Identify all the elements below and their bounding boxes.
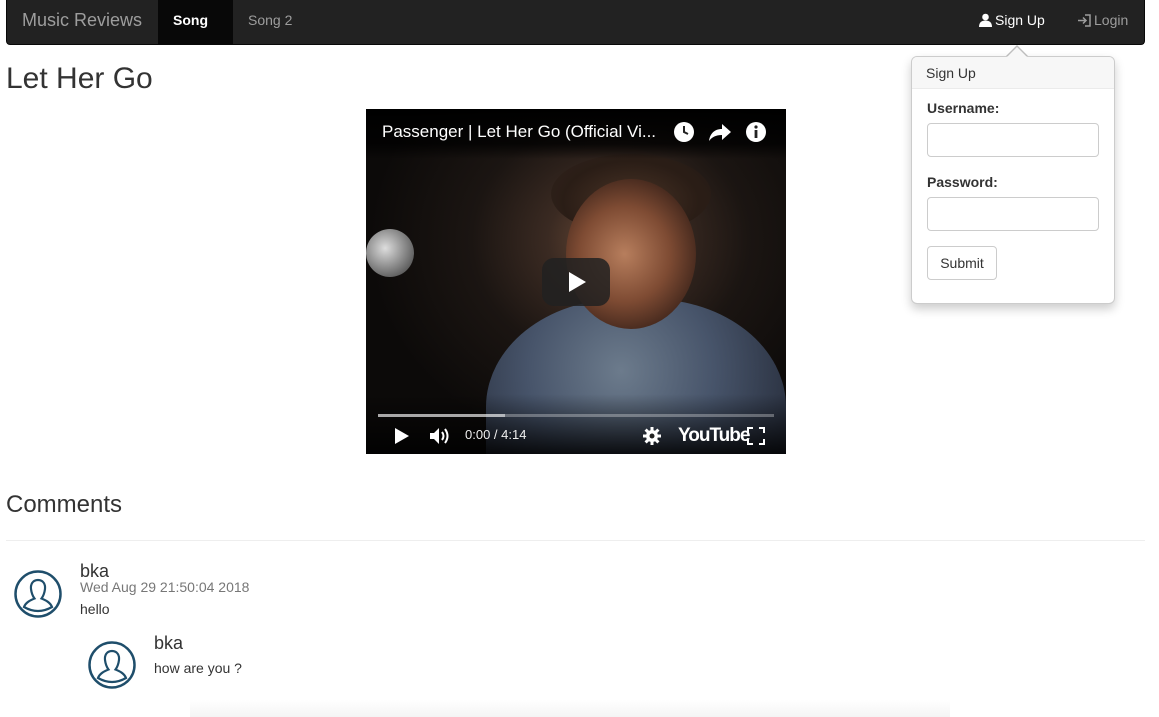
password-label: Password: <box>927 174 998 190</box>
comment-text: hello <box>80 601 110 617</box>
password-input[interactable] <box>927 197 1099 231</box>
tab-song-1[interactable]: Song 1 <box>158 0 233 69</box>
song-title: Let Her Go <box>6 62 153 95</box>
play-button[interactable] <box>542 258 610 306</box>
info-icon[interactable] <box>745 121 767 143</box>
avatar-user-icon <box>14 570 62 618</box>
signup-label: Sign Up <box>995 12 1045 28</box>
navbar: Music Reviews Song 1 Song 2 Sign Up Logi… <box>6 0 1145 69</box>
comments-divider <box>6 540 1145 541</box>
login-link[interactable]: Login <box>1077 0 1128 45</box>
username-input[interactable] <box>927 123 1099 157</box>
signup-popover: Sign Up Username: Password: Submit <box>911 56 1115 304</box>
youtube-logo[interactable]: YouTube <box>678 425 750 447</box>
play-small-icon[interactable] <box>394 427 410 445</box>
video-time: 0:00 / 4:14 <box>465 427 527 442</box>
video-player[interactable]: Passenger | Let Her Go (Official Vi... 0… <box>366 109 786 454</box>
reply-author[interactable]: bka <box>154 633 183 654</box>
play-icon <box>569 272 586 292</box>
microphone-image <box>366 229 414 277</box>
video-title[interactable]: Passenger | Let Her Go (Official Vi... <box>382 122 656 142</box>
reply-text: how are you ? <box>154 660 242 676</box>
comments-heading: Comments <box>6 491 123 518</box>
username-label: Username: <box>927 100 1000 116</box>
login-icon <box>1078 14 1091 27</box>
reply-avatar-user-icon <box>88 641 136 689</box>
watch-later-icon[interactable] <box>673 121 695 143</box>
tab-song-2[interactable]: Song 2 <box>233 0 308 45</box>
popover-arrow-inner <box>1007 47 1027 57</box>
fullscreen-icon[interactable] <box>747 427 765 445</box>
signup-link[interactable]: Sign Up <box>979 0 1045 45</box>
video-frame-head <box>566 179 696 329</box>
submit-button[interactable]: Submit <box>927 246 997 280</box>
settings-gear-icon[interactable] <box>643 427 661 445</box>
share-icon[interactable] <box>708 121 732 143</box>
progress-bar[interactable] <box>378 414 774 417</box>
popover-title: Sign Up <box>912 57 1114 89</box>
brand-link[interactable]: Music Reviews <box>22 10 142 31</box>
volume-icon[interactable] <box>429 427 451 445</box>
user-icon <box>979 13 992 27</box>
bottom-fade-overlay <box>190 700 950 717</box>
buffered-bar <box>378 414 505 417</box>
comment-date: Wed Aug 29 21:50:04 2018 <box>80 579 250 595</box>
login-label: Login <box>1094 12 1129 28</box>
